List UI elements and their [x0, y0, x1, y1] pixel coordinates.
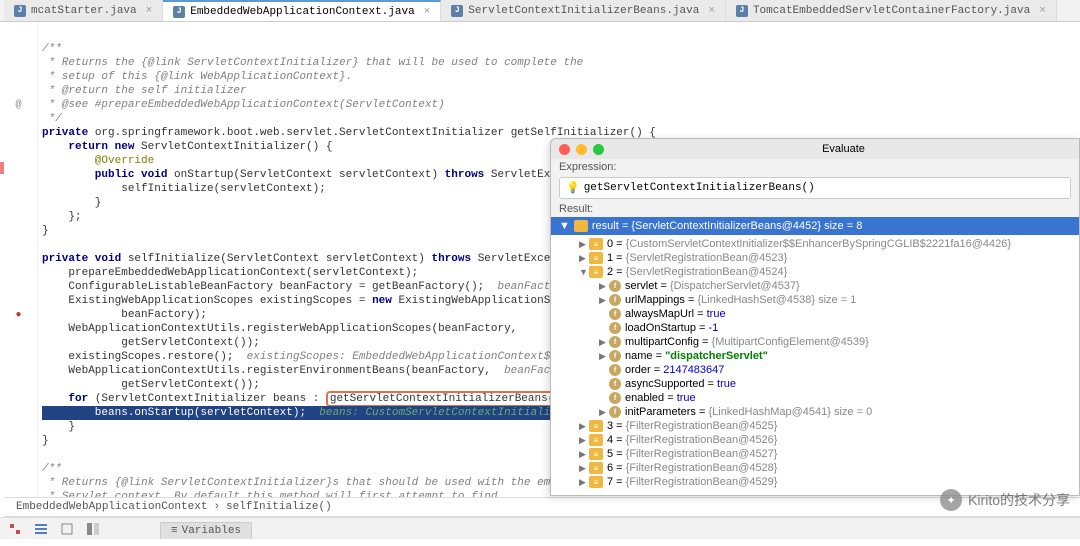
close-icon[interactable]: × [424, 6, 431, 18]
field-icon: f [609, 280, 621, 292]
index-icon: ≡ [589, 238, 603, 250]
tree-row[interactable]: ▶≡6 = {FilterRegistrationBean@4528} [551, 461, 1079, 475]
minimize-window-icon[interactable] [576, 144, 587, 155]
expression-label: Expression: [551, 159, 1079, 175]
tree-row[interactable]: ▶≡1 = {ServletRegistrationBean@4523} [551, 251, 1079, 265]
field-icon: f [609, 392, 621, 404]
result-label: Result: [551, 201, 1079, 217]
frames-icon[interactable] [60, 522, 74, 536]
expand-arrow-icon[interactable]: ▶ [599, 295, 609, 306]
close-icon[interactable]: × [146, 5, 153, 17]
tree-row[interactable]: fenabled = true [551, 391, 1079, 405]
chevron-right-icon: › [213, 501, 220, 513]
expand-arrow-icon[interactable]: ▶ [599, 407, 609, 418]
expand-arrow-icon[interactable]: ▶ [579, 239, 589, 250]
expression-input[interactable]: 💡 getServletContextInitializerBeans() [559, 177, 1071, 199]
window-controls [559, 144, 604, 155]
breadcrumb-class[interactable]: EmbeddedWebApplicationContext [16, 501, 207, 513]
field-icon: f [609, 336, 621, 348]
java-icon: J [451, 5, 463, 17]
index-icon: ≡ [589, 434, 603, 446]
expand-arrow-icon[interactable]: ▶ [579, 477, 589, 488]
variables-icon: ≡ [171, 525, 178, 537]
tree-row[interactable]: ▶≡7 = {FilterRegistrationBean@4529} [551, 475, 1079, 489]
stack-icon[interactable] [34, 522, 48, 536]
tree-row[interactable]: ▶≡0 = {CustomServletContextInitializer$$… [551, 237, 1079, 251]
bulb-icon[interactable]: 💡 [566, 181, 580, 195]
watermark: ✦ Kirito的技术分享 [940, 489, 1070, 511]
tree-row[interactable]: ▶≡4 = {FilterRegistrationBean@4526} [551, 433, 1079, 447]
result-icon [574, 220, 588, 232]
expand-arrow-icon[interactable]: ▶ [599, 281, 609, 292]
expand-arrow-icon[interactable]: ▼ [579, 267, 589, 277]
tree-row[interactable]: ▶≡5 = {FilterRegistrationBean@4527} [551, 447, 1079, 461]
tree-row[interactable]: forder = 2147483647 [551, 363, 1079, 377]
tree-row[interactable]: fasyncSupported = true [551, 377, 1079, 391]
execution-point: beans.onStartup(servletContext); beans: … [42, 406, 583, 420]
expand-arrow-icon[interactable]: ▶ [599, 351, 609, 362]
comment: */ [42, 113, 62, 125]
index-icon: ≡ [589, 420, 603, 432]
comment: /** [42, 43, 62, 55]
tree-row[interactable]: ▶≡3 = {FilterRegistrationBean@4525} [551, 419, 1079, 433]
index-icon: ≡ [589, 266, 603, 278]
expand-arrow-icon[interactable]: ▶ [579, 449, 589, 460]
tree-row[interactable]: ▶fname = "dispatcherServlet" [551, 349, 1079, 363]
expand-arrow-icon[interactable]: ▶ [579, 463, 589, 474]
field-icon: f [609, 406, 621, 418]
tree-row[interactable]: ▶fservlet = {DispatcherServlet@4537} [551, 279, 1079, 293]
comment: * @return the self initializer [42, 85, 247, 97]
wechat-icon: ✦ [940, 489, 962, 511]
zoom-window-icon[interactable] [593, 144, 604, 155]
field-icon: f [609, 378, 621, 390]
tab-0[interactable]: JmcatStarter.java× [4, 0, 163, 21]
tree-row[interactable]: ▼≡2 = {ServletRegistrationBean@4524} [551, 265, 1079, 279]
dialog-titlebar[interactable]: Evaluate [551, 139, 1079, 159]
breadcrumb-method[interactable]: selfInitialize() [226, 501, 332, 513]
field-icon: f [609, 294, 621, 306]
comment: * setup of this {@link WebApplicationCon… [42, 71, 352, 83]
comment: * @see #prepareEmbeddedWebApplicationCon… [42, 99, 445, 111]
dialog-title: Evaluate [616, 143, 1071, 155]
index-icon: ≡ [589, 252, 603, 264]
gutter: @ ● [0, 22, 38, 497]
layout-icon[interactable] [86, 522, 100, 536]
close-window-icon[interactable] [559, 144, 570, 155]
editor-tabs: JmcatStarter.java× JEmbeddedWebApplicati… [0, 0, 1080, 22]
arrow-down-icon[interactable]: ▼ [559, 220, 570, 232]
tree-row[interactable]: falwaysMapUrl = true [551, 307, 1079, 321]
expand-arrow-icon[interactable]: ▶ [579, 253, 589, 264]
tree-row[interactable]: ▶finitParameters = {LinkedHashMap@4541} … [551, 405, 1079, 419]
index-icon: ≡ [589, 448, 603, 460]
comment: * Returns the {@link ServletContextIniti… [42, 57, 583, 69]
tree-row[interactable]: floadOnStartup = -1 [551, 321, 1079, 335]
index-icon: ≡ [589, 462, 603, 474]
close-icon[interactable]: × [708, 5, 715, 17]
java-icon: J [736, 5, 748, 17]
restart-frame-icon[interactable] [8, 522, 22, 536]
expand-arrow-icon[interactable]: ▶ [579, 421, 589, 432]
close-icon[interactable]: × [1039, 5, 1046, 17]
tab-1[interactable]: JEmbeddedWebApplicationContext.java× [163, 0, 441, 21]
index-icon: ≡ [589, 476, 603, 488]
field-icon: f [609, 308, 621, 320]
result-tree[interactable]: ▶≡0 = {CustomServletContextInitializer$$… [551, 235, 1079, 495]
expand-arrow-icon[interactable]: ▶ [579, 435, 589, 446]
expand-arrow-icon[interactable]: ▶ [599, 337, 609, 348]
field-icon: f [609, 350, 621, 362]
java-icon: J [14, 5, 26, 17]
field-icon: f [609, 364, 621, 376]
result-header[interactable]: ▼ result = {ServletContextInitializerBea… [551, 217, 1079, 235]
highlighted-call[interactable]: getServletContextInitializerBeans() [326, 391, 565, 407]
tab-3[interactable]: JTomcatEmbeddedServletContainerFactory.j… [726, 0, 1057, 21]
tab-2[interactable]: JServletContextInitializerBeans.java× [441, 0, 726, 21]
tree-row[interactable]: ▶fmultipartConfig = {MultipartConfigElem… [551, 335, 1079, 349]
field-icon: f [609, 322, 621, 334]
evaluate-dialog[interactable]: Evaluate Expression: 💡 getServletContext… [550, 138, 1080, 496]
java-icon: J [173, 6, 185, 18]
tree-row[interactable]: ▶furlMappings = {LinkedHashSet@4538} siz… [551, 293, 1079, 307]
breadcrumb[interactable]: EmbeddedWebApplicationContext › selfInit… [4, 497, 1080, 517]
variables-tab[interactable]: ≡ Variables [160, 522, 252, 539]
error-stripe [0, 162, 4, 174]
